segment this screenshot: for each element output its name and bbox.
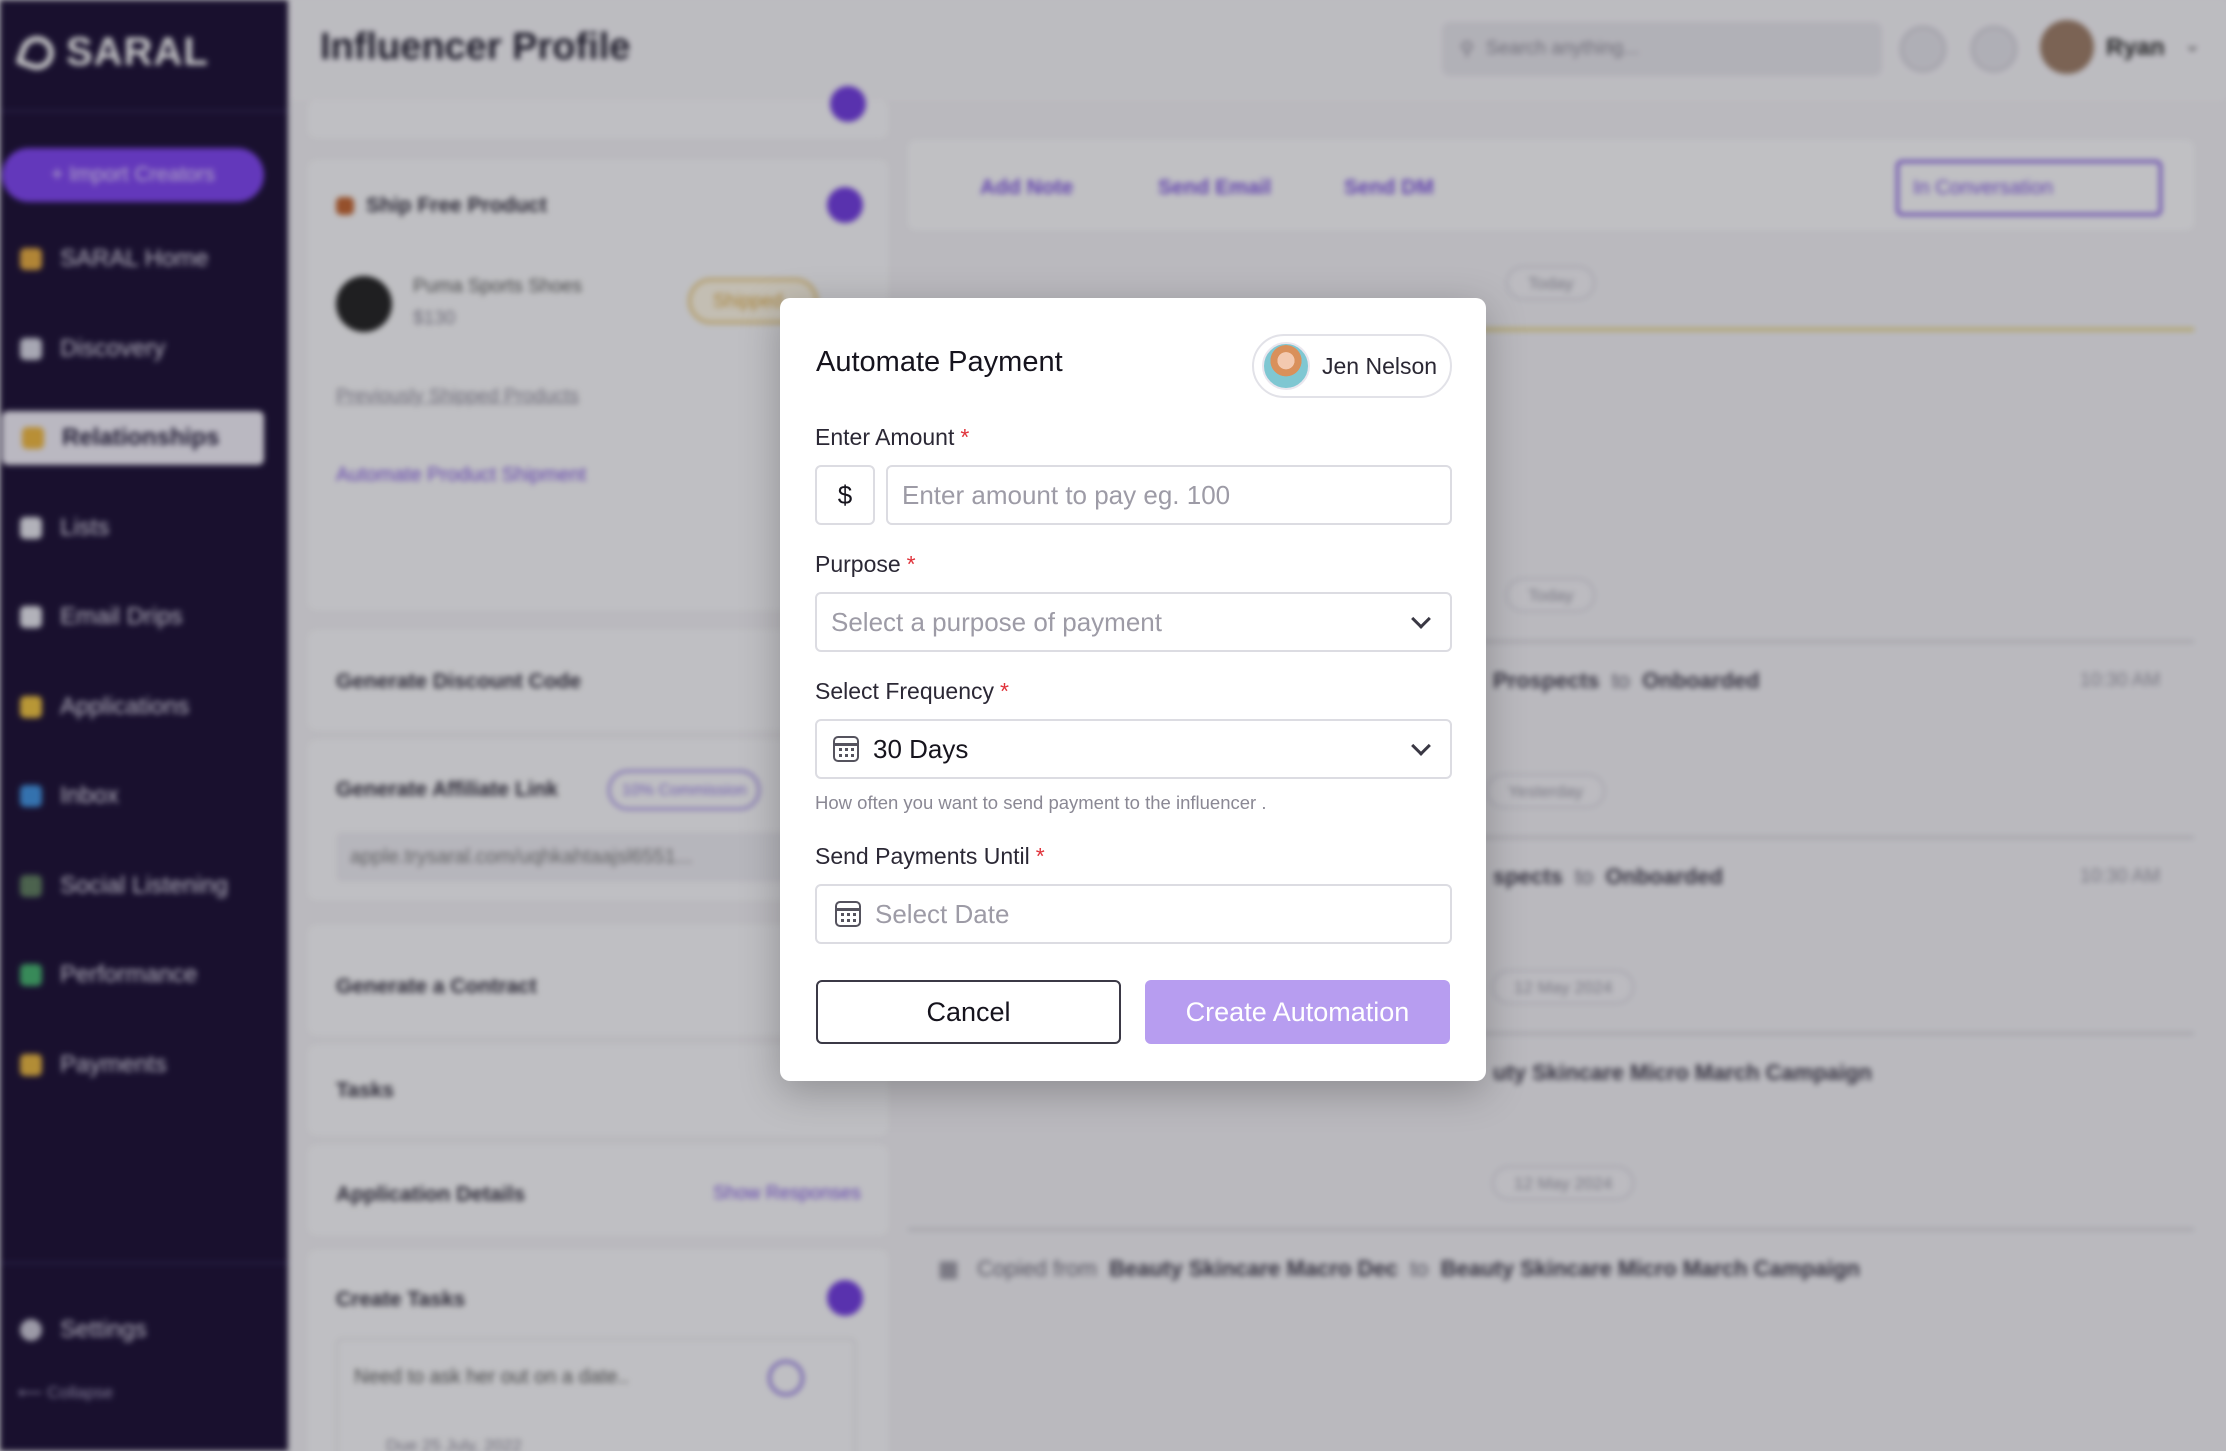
required-mark: * — [960, 424, 970, 450]
amount-label: Enter Amount * — [815, 424, 969, 451]
purpose-label: Purpose * — [815, 551, 916, 578]
until-label: Send Payments Until * — [815, 843, 1045, 870]
until-label-text: Send Payments Until — [815, 843, 1030, 869]
cancel-button[interactable]: Cancel — [816, 980, 1121, 1044]
amount-input[interactable]: Enter amount to pay eg. 100 — [886, 465, 1452, 525]
frequency-value: 30 Days — [873, 733, 969, 764]
required-mark: * — [999, 678, 1009, 704]
purpose-label-text: Purpose — [815, 551, 901, 577]
until-date-input[interactable]: Select Date — [815, 884, 1452, 944]
frequency-helper: How often you want to send payment to th… — [815, 792, 1267, 813]
influencer-chip: Jen Nelson — [1252, 334, 1452, 398]
influencer-name: Jen Nelson — [1322, 352, 1438, 379]
automate-payment-modal: Automate Payment Jen Nelson Enter Amount… — [780, 298, 1486, 1081]
until-placeholder: Select Date — [875, 898, 1010, 929]
create-automation-button[interactable]: Create Automation — [1145, 980, 1450, 1044]
amount-label-text: Enter Amount — [815, 424, 955, 450]
required-mark: * — [1035, 843, 1045, 869]
required-mark: * — [906, 551, 916, 577]
modal-title: Automate Payment — [816, 346, 1063, 378]
frequency-label-text: Select Frequency — [815, 678, 994, 704]
purpose-select[interactable]: Select a purpose of payment — [815, 592, 1452, 652]
frequency-label: Select Frequency * — [815, 678, 1009, 705]
chevron-down-icon — [1411, 609, 1431, 629]
avatar — [1262, 342, 1310, 390]
amount-placeholder: Enter amount to pay eg. 100 — [902, 479, 1231, 510]
calendar-icon — [835, 901, 861, 927]
app-root: SARAL + Import Creators SARAL Home Discov… — [0, 0, 2226, 1451]
frequency-select[interactable]: 30 Days — [815, 719, 1452, 779]
currency-symbol: $ — [837, 479, 853, 510]
chevron-down-icon — [1411, 736, 1431, 756]
currency-prefix: $ — [815, 465, 875, 525]
calendar-icon — [833, 736, 859, 762]
purpose-placeholder: Select a purpose of payment — [831, 606, 1162, 637]
